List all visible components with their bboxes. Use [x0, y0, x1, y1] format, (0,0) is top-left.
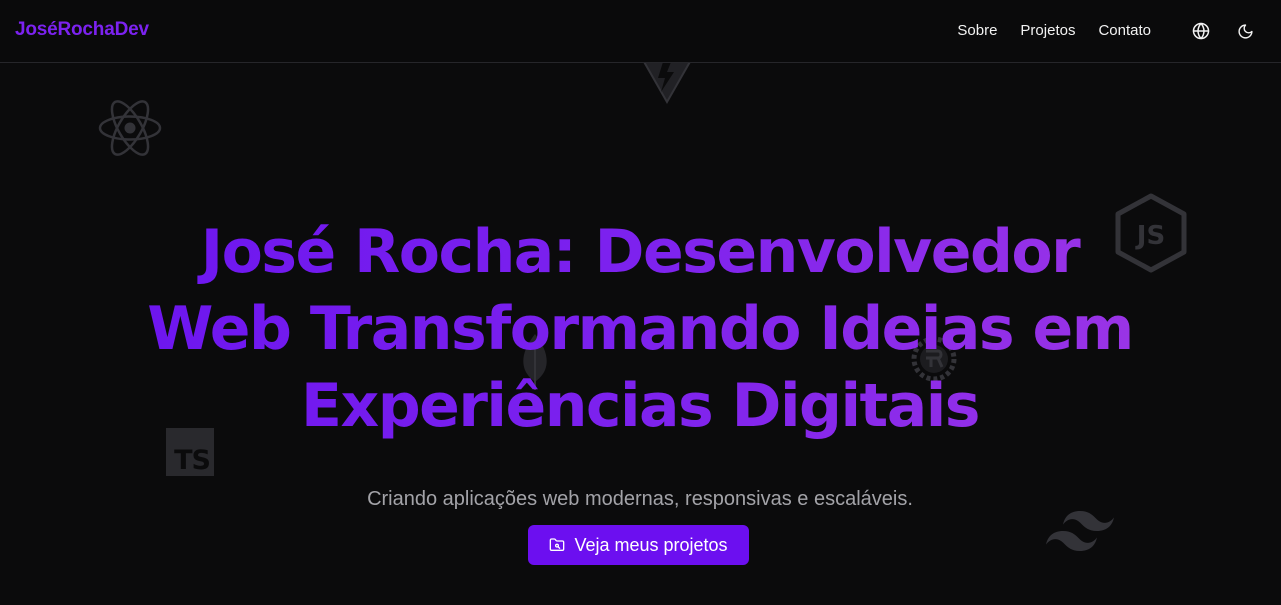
- brand-logo[interactable]: JoséRochaDev: [15, 19, 149, 41]
- page: JoséRochaDev Sobre Projetos Contato JS T…: [0, 0, 1281, 605]
- nav-link-contato[interactable]: Contato: [1098, 22, 1151, 39]
- moon-icon: [1237, 23, 1253, 39]
- language-button[interactable]: [1190, 20, 1212, 42]
- ts-badge-text: TS: [174, 445, 211, 476]
- nav-links: Sobre Projetos Contato: [957, 22, 1151, 39]
- view-projects-label: Veja meus projetos: [574, 534, 728, 555]
- view-projects-button[interactable]: Veja meus projetos: [528, 525, 749, 565]
- hero-subtitle: Criando aplicações web modernas, respons…: [367, 488, 913, 510]
- theme-toggle-button[interactable]: [1234, 20, 1256, 42]
- hero-title: José Rocha: Desenvolvedor Web Transforma…: [140, 214, 1140, 445]
- tailwind-icon: [1046, 511, 1114, 551]
- nav-link-projetos[interactable]: Projetos: [1020, 22, 1075, 39]
- navbar: JoséRochaDev Sobre Projetos Contato: [0, 0, 1281, 63]
- react-icon: [98, 100, 162, 156]
- nav-link-sobre[interactable]: Sobre: [957, 22, 997, 39]
- folder-icon: [550, 538, 565, 551]
- globe-icon: [1192, 22, 1210, 40]
- vite-icon: [641, 59, 693, 105]
- hero-section: JS TS José Rocha: Desenvolvedor Web Tran…: [0, 59, 1281, 605]
